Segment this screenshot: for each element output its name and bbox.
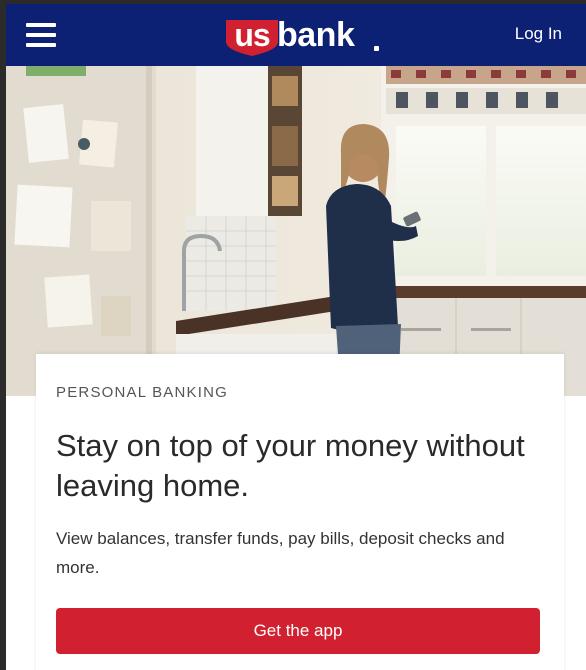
login-link[interactable]: Log In — [515, 24, 562, 44]
top-nav-bar: us bank Log In — [6, 4, 586, 66]
card-headline: Stay on top of your money without leavin… — [56, 428, 525, 503]
card-description: View balances, transfer funds, pay bills… — [56, 529, 505, 577]
page-frame: us bank Log In PERSONAL BANKING Stay on … — [0, 0, 586, 670]
hamburger-menu-icon[interactable] — [26, 21, 56, 47]
hero-image — [6, 66, 586, 396]
card-eyebrow: PERSONAL BANKING — [56, 384, 229, 401]
logo-bank-text: bank — [277, 16, 355, 54]
logo-us-text: us — [234, 17, 270, 53]
promo-card: PERSONAL BANKING Stay on top of your mon… — [36, 354, 564, 670]
logo-dot — [374, 46, 379, 51]
usbank-logo[interactable]: us bank — [226, 16, 386, 56]
hero-illustration — [6, 66, 586, 396]
get-the-app-button[interactable]: Get the app — [56, 608, 540, 654]
